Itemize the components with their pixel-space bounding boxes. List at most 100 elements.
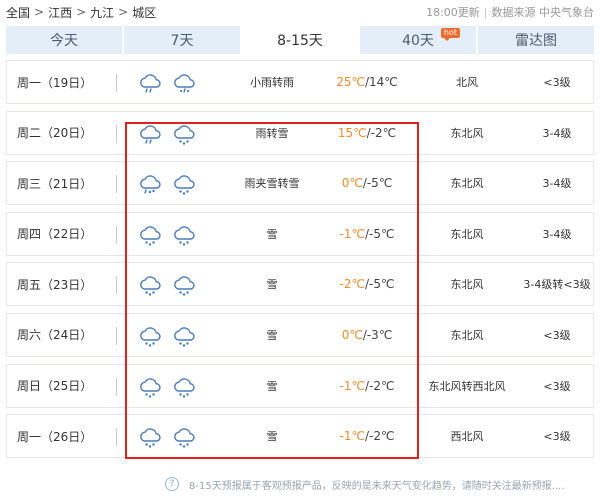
top-bar: 全国 > 江西 > 九江 > 城区 18:00更新 | 数据来源 中央气象台 [6, 0, 594, 24]
update-time: 18:00更新 [426, 6, 480, 19]
row-divider [116, 428, 117, 447]
tab-40-days[interactable]: 40天 hot [360, 26, 476, 54]
forecast-row: 周二（20日） 雨转雪 15℃/-2℃ 东北风 3-4级 [6, 110, 594, 155]
temperature: -1℃/-5℃ [317, 213, 417, 255]
snow-cloud-icon [174, 327, 195, 347]
snow-cloud-icon [140, 226, 161, 246]
temperature-high: 15℃ [337, 125, 367, 140]
forecast-row: 周六（24日） 雪 0℃/-3℃ 东北风 <3级 [6, 312, 594, 357]
temperature-high: -1℃ [339, 378, 365, 393]
breadcrumb-item-city[interactable]: 九江 [90, 4, 114, 21]
wind-level: 3-4级 [542, 177, 572, 191]
rain-cloud-icon [140, 124, 161, 144]
snow-cloud-icon [174, 226, 195, 246]
temperature-high: 25℃ [336, 75, 365, 89]
forecast-list: 周一（19日） 小雨转雨 25℃/14℃ 北风 <3级 周二（20日） 雨转雪 … [6, 60, 594, 465]
weather-description: 雪 [266, 278, 278, 292]
forecast-date: 周三（21日） [17, 176, 93, 191]
wind-level: <3级 [543, 379, 571, 393]
wind-direction: 东北风 [450, 227, 484, 241]
rain-cloud-icon [140, 74, 161, 93]
row-divider [116, 276, 117, 295]
tab-radar[interactable]: 雷达图 [478, 26, 594, 54]
weather-description: 雪 [266, 328, 278, 342]
forecast-date: 周五（23日） [17, 277, 93, 292]
forecast-date: 周日（25日） [17, 379, 93, 394]
breadcrumb-item-province[interactable]: 江西 [48, 4, 72, 21]
weather-icons [137, 171, 205, 197]
temperature-low: /-2℃ [366, 125, 397, 140]
snow-cloud-icon [140, 428, 161, 448]
wind-direction: 东北风转西北风 [428, 379, 506, 393]
weather-description: 雨夹雪转雪 [244, 177, 300, 191]
hot-badge: hot [440, 28, 460, 41]
tab-label: 40天 [402, 33, 434, 49]
update-divider: | [483, 5, 488, 19]
row-divider [116, 74, 117, 92]
weather-icons [137, 222, 205, 248]
tab-7-days[interactable]: 7天 [124, 26, 240, 54]
wind-level: <3级 [543, 430, 571, 444]
forecast-date: 周一（26日） [17, 429, 93, 444]
forecast-tabs: 今天 7天 8-15天 40天 hot 雷达图 [6, 26, 594, 54]
weather-icons [137, 424, 205, 450]
weather-description: 雪 [266, 379, 278, 393]
tab-label: 今天 [50, 33, 78, 49]
row-divider [116, 124, 117, 143]
wind-direction: 东北风 [450, 278, 484, 292]
footer-note: ? 8-15天预报属于客观预报产品，反映的是未来天气变化趋势，请随时关注最新预报… [165, 475, 564, 493]
snow-cloud-icon [140, 327, 161, 347]
breadcrumb: 全国 > 江西 > 九江 > 城区 [6, 4, 156, 21]
tab-label: 雷达图 [515, 33, 557, 49]
wind-level: 3-4级 [542, 126, 572, 140]
forecast-date: 周一（19日） [17, 75, 93, 90]
temperature-low: /14℃ [364, 75, 398, 89]
forecast-date: 周六（24日） [17, 328, 93, 343]
weather-description: 雪 [266, 227, 278, 241]
forecast-row: 周四（22日） 雪 -1℃/-5℃ 东北风 3-4级 [6, 211, 594, 256]
breadcrumb-item-country[interactable]: 全国 [6, 4, 30, 21]
wind-level: <3级 [543, 328, 571, 342]
temperature-low: /-2℃ [364, 378, 395, 393]
snow-cloud-icon [174, 428, 195, 448]
snow-cloud-icon [174, 276, 195, 297]
row-divider [116, 377, 117, 396]
breadcrumb-item-district: 城区 [132, 5, 157, 20]
temperature: 0℃/-3℃ [317, 314, 417, 356]
temperature: -2℃/-5℃ [317, 263, 417, 305]
temperature: 0℃/-5℃ [317, 162, 417, 204]
temperature-low: /-3℃ [362, 327, 393, 342]
wind-level: 3-4级 [542, 227, 572, 241]
breadcrumb-separator: > [34, 5, 45, 19]
temperature-low: /-5℃ [364, 277, 395, 292]
forecast-row: 周三（21日） 雨夹雪转雪 0℃/-5℃ 东北风 3-4级 [6, 161, 594, 206]
breadcrumb-separator: > [118, 5, 129, 19]
wind-direction: 东北风 [450, 126, 484, 140]
snow-rain-cloud-icon [174, 74, 195, 93]
snow-cloud-icon [174, 377, 195, 398]
sleet-cloud-icon [140, 175, 161, 194]
data-source: 数据来源 中央气象台 [491, 6, 595, 19]
weather-description: 小雨转雨 [250, 76, 294, 89]
forecast-row: 周一（26日） 雪 -1℃/-2℃ 西北风 <3级 [6, 414, 594, 459]
temperature-high: -1℃ [339, 226, 365, 241]
temperature: -1℃/-2℃ [317, 365, 417, 407]
forecast-row: 周日（25日） 雪 -1℃/-2℃ 东北风转西北风 <3级 [6, 363, 594, 408]
snow-cloud-icon [140, 377, 161, 398]
temperature-low: /-5℃ [364, 226, 395, 241]
row-divider [116, 225, 117, 244]
forecast-date: 周四（22日） [17, 227, 93, 242]
snow-cloud-icon [174, 175, 195, 195]
breadcrumb-separator: > [76, 5, 87, 19]
forecast-date: 周二（20日） [17, 126, 93, 141]
snow-cloud-icon [140, 276, 161, 297]
tab-today[interactable]: 今天 [6, 26, 122, 54]
wind-direction: 东北风 [450, 328, 484, 342]
help-icon[interactable]: ? [165, 477, 179, 491]
weather-description: 雨转雪 [255, 126, 289, 140]
tab-8-15-days[interactable]: 8-15天 [242, 26, 358, 54]
snow-cloud-icon [174, 124, 195, 145]
temperature-high: -2℃ [339, 277, 365, 292]
weather-icons [137, 70, 205, 96]
weather-description: 雪 [266, 430, 278, 444]
